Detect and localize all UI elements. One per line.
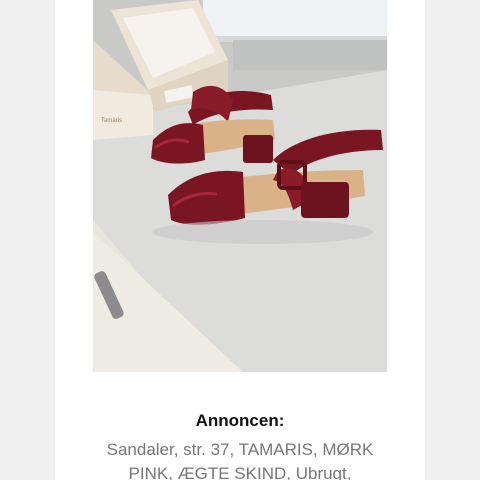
ad-description: Sandaler, str. 37, TAMARIS, MØRK PINK, Æ… bbox=[55, 438, 425, 480]
ad-description-line: Sandaler, str. 37, TAMARIS, MØRK bbox=[106, 440, 374, 459]
box-brand-text: Tamaris bbox=[101, 118, 122, 124]
listing-photo[interactable]: Tamaris bbox=[93, 0, 387, 372]
ad-heading: Annoncen: bbox=[195, 411, 285, 430]
listing-card: Tamaris Annoncen: Sandaler, str. 37, TAM… bbox=[55, 0, 425, 480]
sandals-image: Tamaris bbox=[93, 0, 387, 372]
ad-description-line: PINK, ÆGTE SKIND, Ubrugt, bbox=[128, 464, 352, 480]
listing-caption: Annoncen: Sandaler, str. 37, TAMARIS, MØ… bbox=[55, 410, 425, 480]
